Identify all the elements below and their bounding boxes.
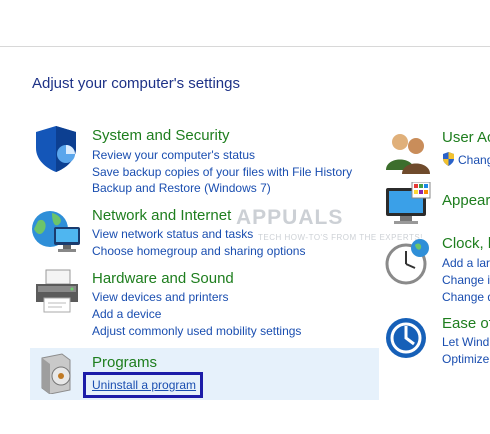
page-title: Adjust your computer's settings xyxy=(32,75,240,92)
programs-disc-icon[interactable] xyxy=(38,352,74,399)
category-title[interactable]: Network and Internet xyxy=(92,207,231,224)
users-icon[interactable] xyxy=(384,130,432,179)
accessibility-icon[interactable] xyxy=(384,316,428,365)
globe-network-icon[interactable] xyxy=(30,207,82,258)
annotation-highlight-box xyxy=(83,372,203,398)
link-file-history[interactable]: Save backup copies of your files with Fi… xyxy=(92,165,352,179)
printer-icon[interactable] xyxy=(32,268,82,321)
link-change-account[interactable]: Chang xyxy=(458,153,490,167)
link-devices-printers[interactable]: View devices and printers xyxy=(92,290,229,304)
monitor-icon[interactable] xyxy=(384,181,432,231)
link-change-input[interactable]: Change i xyxy=(442,273,490,287)
category-title[interactable]: Hardware and Sound xyxy=(92,270,234,287)
link-backup-restore[interactable]: Backup and Restore (Windows 7) xyxy=(92,181,271,195)
shield-icon[interactable] xyxy=(32,124,80,179)
link-review-status[interactable]: Review your computer's status xyxy=(92,148,255,162)
category-title[interactable]: Appear xyxy=(442,192,490,209)
link-add-device[interactable]: Add a device xyxy=(92,307,161,321)
clock-icon[interactable] xyxy=(384,236,432,291)
link-homegroup[interactable]: Choose homegroup and sharing options xyxy=(92,244,305,258)
link-add-language[interactable]: Add a lar xyxy=(442,256,490,270)
link-network-status[interactable]: View network status and tasks xyxy=(92,227,253,241)
category-title[interactable]: Programs xyxy=(92,354,157,371)
top-bar xyxy=(0,0,490,47)
watermark-brand: APPUALS xyxy=(236,206,344,229)
category-title[interactable]: User Ac xyxy=(442,129,490,146)
uac-shield-icon xyxy=(442,152,455,171)
link-optimize[interactable]: Optimize xyxy=(442,352,489,366)
link-change-date[interactable]: Change d xyxy=(442,290,490,304)
category-title[interactable]: Clock, l xyxy=(442,235,490,252)
category-title[interactable]: Ease of xyxy=(442,315,490,332)
link-mobility-settings[interactable]: Adjust commonly used mobility settings xyxy=(92,324,301,338)
link-let-windows[interactable]: Let Wind xyxy=(442,335,489,349)
category-title[interactable]: System and Security xyxy=(92,127,230,144)
